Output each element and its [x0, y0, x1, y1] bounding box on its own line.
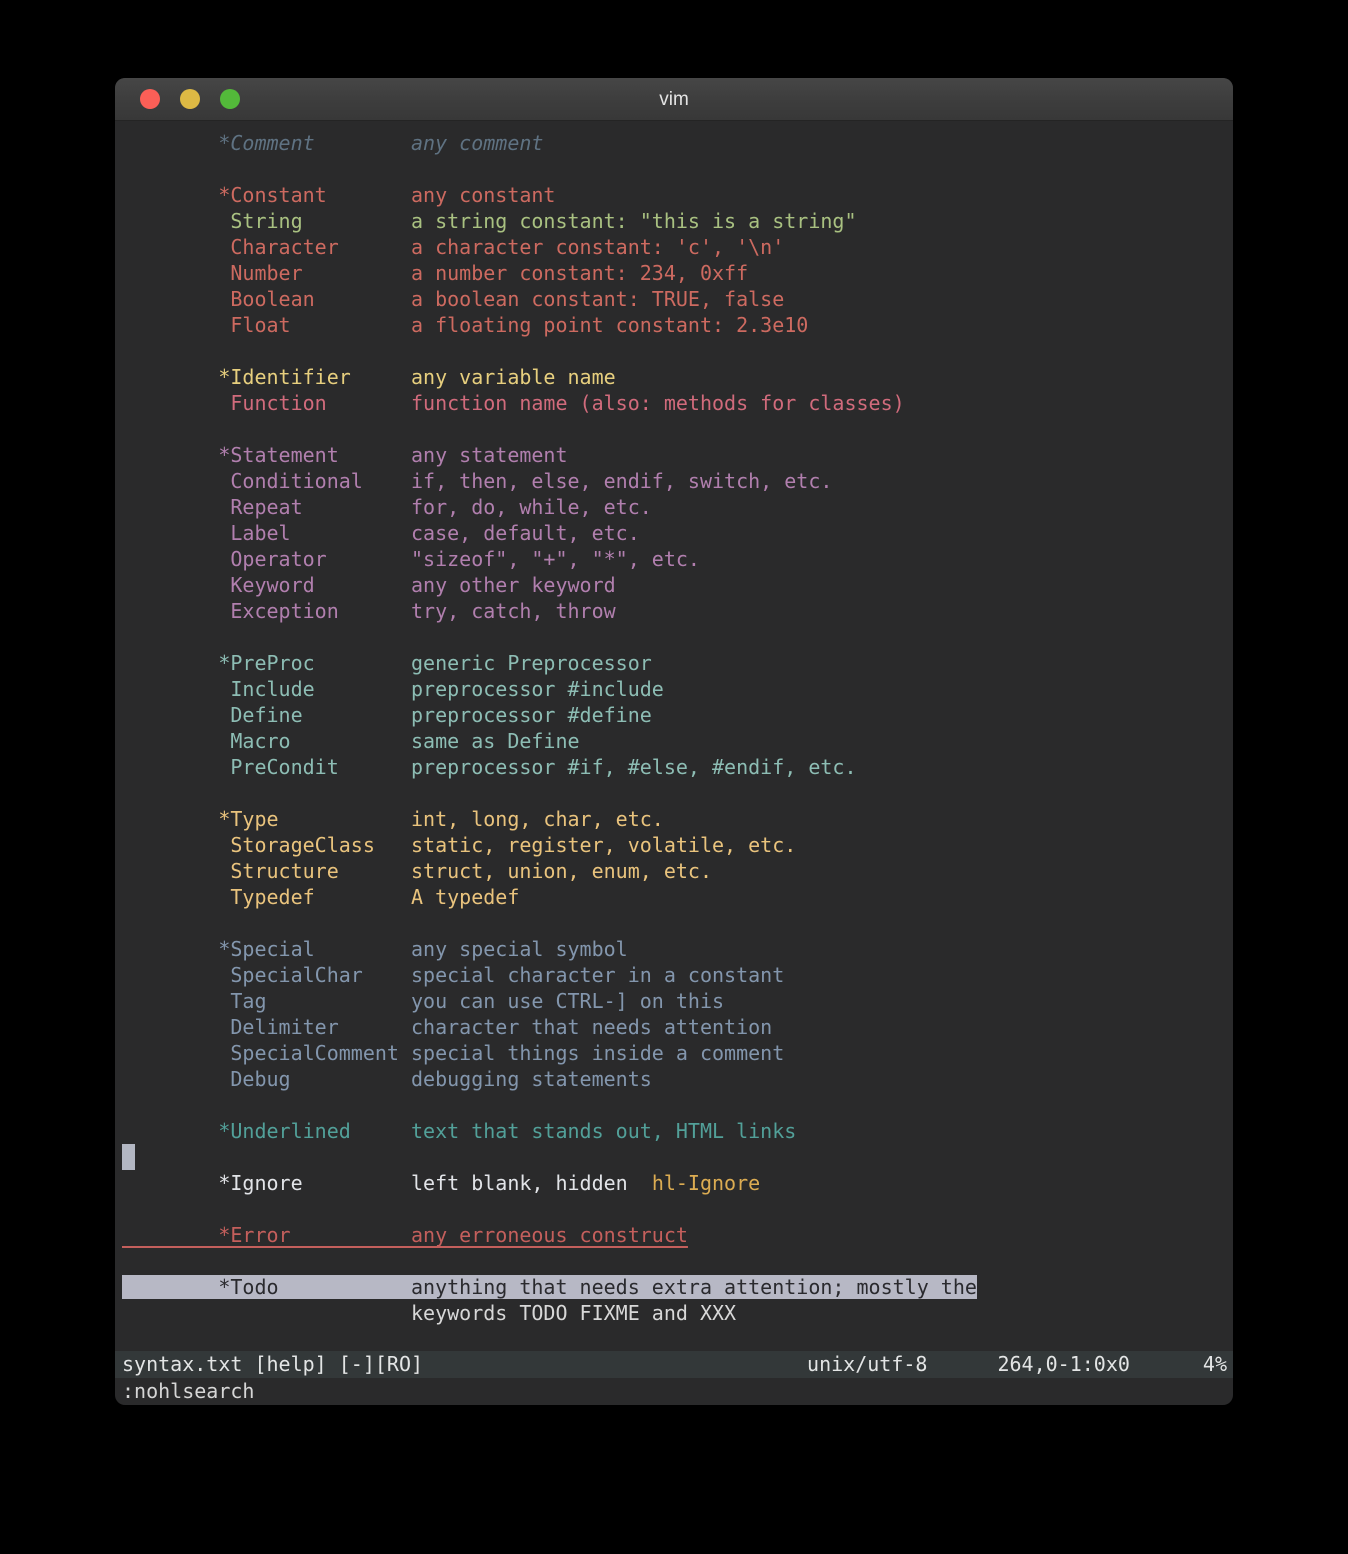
syntax-segment-preproc: Macro same as Define — [122, 729, 580, 753]
syntax-segment-special: Tag you can use CTRL-] on this — [122, 989, 724, 1013]
buffer-line: *Ignore left blank, hidden hl-Ignore — [122, 1170, 1233, 1196]
buffer-line: *Special any special symbol — [122, 936, 1233, 962]
buffer-line: *Statement any statement — [122, 442, 1233, 468]
buffer-line — [122, 1092, 1233, 1118]
command-line[interactable]: :nohlsearch — [115, 1378, 1233, 1405]
buffer-line: Debug debugging statements — [122, 1066, 1233, 1092]
syntax-segment-type: Structure struct, union, enum, etc. — [122, 859, 712, 883]
syntax-segment-constant: Boolean a boolean constant: TRUE, false — [122, 287, 784, 311]
buffer-line: StorageClass static, register, volatile,… — [122, 832, 1233, 858]
syntax-segment-identifier: *Identifier any variable name — [122, 365, 616, 389]
buffer-line: keywords TODO FIXME and XXX — [122, 1300, 1233, 1326]
syntax-segment-special: Debug debugging statements — [122, 1067, 652, 1091]
cursor — [122, 1144, 135, 1170]
buffer-line: Number a number constant: 234, 0xff — [122, 260, 1233, 286]
buffer-line: Conditional if, then, else, endif, switc… — [122, 468, 1233, 494]
buffer-line: Boolean a boolean constant: TRUE, false — [122, 286, 1233, 312]
syntax-segment-string: String a string constant: "this is a str… — [122, 209, 857, 233]
buffer-line: Function function name (also: methods fo… — [122, 390, 1233, 416]
buffer-line: Delimiter character that needs attention — [122, 1014, 1233, 1040]
syntax-segment-preproc: *PreProc generic Preprocessor — [122, 651, 652, 675]
syntax-segment-function: Function function name (also: methods fo… — [122, 391, 905, 415]
buffer-line — [122, 338, 1233, 364]
buffer-line: Structure struct, union, enum, etc. — [122, 858, 1233, 884]
syntax-segment-constant: Character a character constant: 'c', '\n… — [122, 235, 784, 259]
buffer-line — [122, 624, 1233, 650]
syntax-segment-type: Typedef A typedef — [122, 885, 519, 909]
buffer-line — [122, 910, 1233, 936]
syntax-segment-error: *Error any erroneous construct — [122, 1223, 688, 1247]
buffer-line — [122, 1196, 1233, 1222]
buffer-line: *Underlined text that stands out, HTML l… — [122, 1118, 1233, 1144]
syntax-segment-preproc: Include preprocessor #include — [122, 677, 664, 701]
buffer-line: Character a character constant: 'c', '\n… — [122, 234, 1233, 260]
buffer-line: Float a floating point constant: 2.3e10 — [122, 312, 1233, 338]
syntax-segment-preproc: Define preprocessor #define — [122, 703, 652, 727]
buffer-line — [122, 780, 1233, 806]
text-buffer[interactable]: *Comment any comment *Constant any const… — [115, 121, 1233, 1351]
statusline-percent: 4% — [1203, 1351, 1227, 1378]
buffer-line: *Constant any constant — [122, 182, 1233, 208]
syntax-segment-type: *Type int, long, char, etc. — [122, 807, 664, 831]
statusline: syntax.txt [help] [-][RO] unix/utf-8 264… — [115, 1351, 1233, 1378]
buffer-line — [122, 1144, 1233, 1170]
syntax-segment-underlined: *Underlined text that stands out, HTML l… — [122, 1119, 796, 1143]
syntax-segment-statement: Keyword any other keyword — [122, 573, 616, 597]
syntax-segment-comment: *Comment any comment — [122, 131, 543, 155]
buffer-line: PreCondit preprocessor #if, #else, #endi… — [122, 754, 1233, 780]
buffer-line: Label case, default, etc. — [122, 520, 1233, 546]
syntax-segment-statement: Label case, default, etc. — [122, 521, 640, 545]
statusline-encoding: unix/utf-8 — [807, 1351, 927, 1378]
buffer-line: *Error any erroneous construct — [122, 1222, 1233, 1248]
syntax-segment-plain: keywords TODO FIXME and XXX — [122, 1301, 736, 1325]
syntax-segment-constant: *Constant any constant — [122, 183, 555, 207]
buffer-line: *PreProc generic Preprocessor — [122, 650, 1233, 676]
buffer-line — [122, 156, 1233, 182]
syntax-segment-todo: *Todo anything that needs extra attentio… — [122, 1275, 977, 1299]
window-title: vim — [115, 78, 1233, 121]
statusline-filename: syntax.txt [help] [-][RO] — [122, 1351, 807, 1378]
buffer-line: SpecialChar special character in a const… — [122, 962, 1233, 988]
buffer-line: Macro same as Define — [122, 728, 1233, 754]
syntax-segment-statement: Exception try, catch, throw — [122, 599, 616, 623]
buffer-line — [122, 1248, 1233, 1274]
buffer-line: *Type int, long, char, etc. — [122, 806, 1233, 832]
syntax-segment-helplink: hl-Ignore — [652, 1171, 760, 1195]
syntax-segment-constant: Float a floating point constant: 2.3e10 — [122, 313, 808, 337]
syntax-segment-statement: *Statement any statement — [122, 443, 568, 467]
buffer-line: Include preprocessor #include — [122, 676, 1233, 702]
buffer-line — [122, 416, 1233, 442]
buffer-line: *Identifier any variable name — [122, 364, 1233, 390]
syntax-segment-preproc: PreCondit preprocessor #if, #else, #endi… — [122, 755, 857, 779]
buffer-line: *Todo anything that needs extra attentio… — [122, 1274, 1233, 1300]
titlebar[interactable]: vim — [115, 78, 1233, 121]
syntax-segment-special: SpecialChar special character in a const… — [122, 963, 784, 987]
syntax-segment-statement: Operator "sizeof", "+", "*", etc. — [122, 547, 700, 571]
vim-window: vim *Comment any comment *Constant any c… — [115, 78, 1233, 1405]
buffer-line: String a string constant: "this is a str… — [122, 208, 1233, 234]
buffer-line: Tag you can use CTRL-] on this — [122, 988, 1233, 1014]
syntax-segment-statement: Repeat for, do, while, etc. — [122, 495, 652, 519]
buffer-line: Keyword any other keyword — [122, 572, 1233, 598]
buffer-line: Repeat for, do, while, etc. — [122, 494, 1233, 520]
syntax-segment-constant: Number a number constant: 234, 0xff — [122, 261, 748, 285]
buffer-line: *Comment any comment — [122, 130, 1233, 156]
buffer-line: Operator "sizeof", "+", "*", etc. — [122, 546, 1233, 572]
statusline-ruler: 264,0-1:0x0 — [997, 1351, 1129, 1378]
buffer-line: Exception try, catch, throw — [122, 598, 1233, 624]
syntax-segment-special: SpecialComment special things inside a c… — [122, 1041, 784, 1065]
buffer-line: Typedef A typedef — [122, 884, 1233, 910]
buffer-line: SpecialComment special things inside a c… — [122, 1040, 1233, 1066]
syntax-segment-special: *Special any special symbol — [122, 937, 628, 961]
syntax-segment-special: Delimiter character that needs attention — [122, 1015, 772, 1039]
syntax-segment-type: StorageClass static, register, volatile,… — [122, 833, 796, 857]
syntax-segment-statement: Conditional if, then, else, endif, switc… — [122, 469, 832, 493]
buffer-line: Define preprocessor #define — [122, 702, 1233, 728]
syntax-segment-normal: *Ignore left blank, hidden — [122, 1171, 652, 1195]
